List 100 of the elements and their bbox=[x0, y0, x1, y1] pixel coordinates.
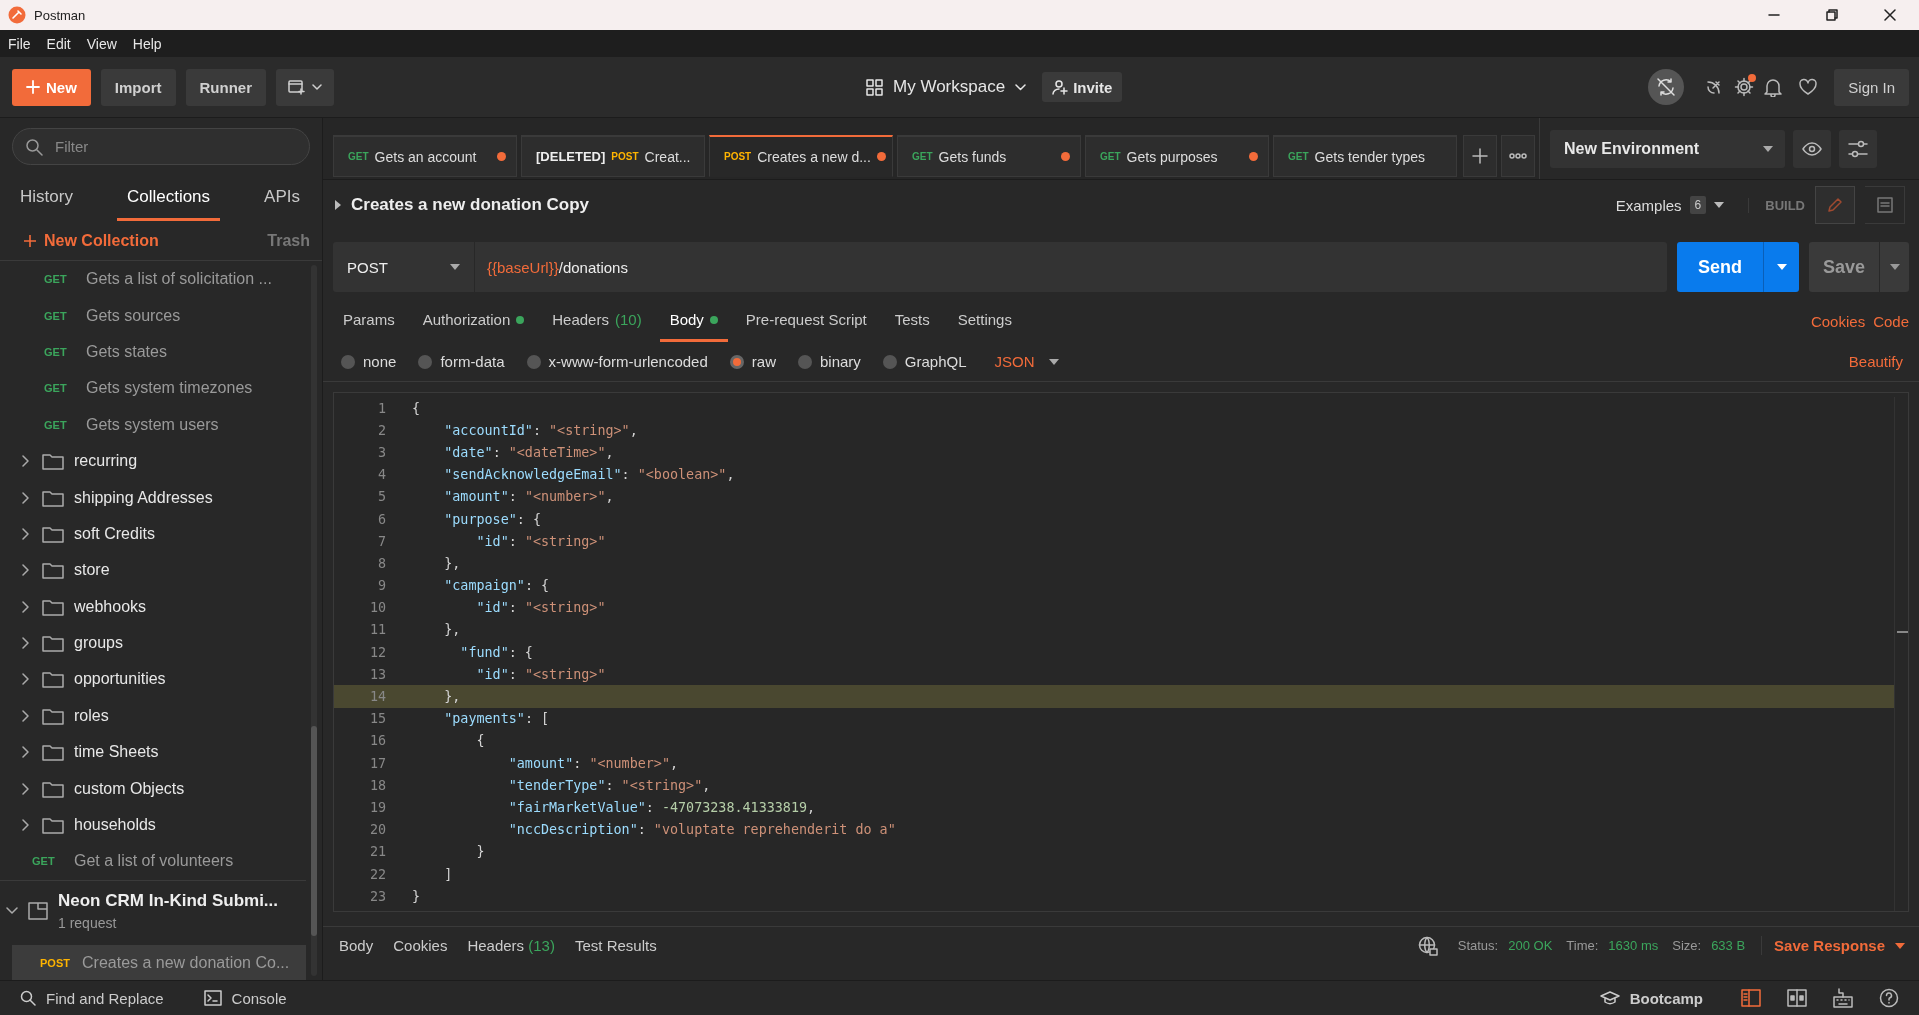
new-window-button[interactable] bbox=[276, 68, 334, 106]
code-link[interactable]: Code bbox=[1873, 312, 1909, 330]
examples-dropdown[interactable]: Examples 6 bbox=[1609, 195, 1731, 215]
keyboard-icon[interactable] bbox=[1833, 988, 1853, 1008]
sidebar-tab[interactable]: History bbox=[10, 175, 83, 221]
runner-button[interactable]: Runner bbox=[185, 68, 266, 106]
send-button[interactable]: Send bbox=[1677, 242, 1763, 292]
menu-item[interactable]: File bbox=[8, 35, 31, 52]
environment-quick-look-button[interactable] bbox=[1793, 129, 1831, 168]
body-type-radio[interactable]: form-data bbox=[418, 353, 505, 370]
more-tabs-button[interactable] bbox=[1501, 135, 1535, 177]
chevron-right-icon[interactable] bbox=[22, 673, 30, 686]
menu-item[interactable]: Help bbox=[132, 35, 162, 52]
folder-item[interactable]: custom Objects bbox=[0, 770, 306, 807]
sidebar-tab[interactable]: Collections bbox=[116, 175, 221, 221]
chevron-right-icon[interactable] bbox=[22, 709, 30, 722]
close-icon[interactable] bbox=[1884, 9, 1896, 21]
request-tab[interactable]: [DELETED] POST Creat... bbox=[521, 135, 705, 177]
console-button[interactable]: Console bbox=[203, 989, 287, 1007]
settings-icon[interactable] bbox=[1734, 77, 1755, 97]
body-type-radio[interactable]: raw bbox=[729, 353, 776, 370]
save-button[interactable]: Save bbox=[1809, 242, 1879, 292]
sign-in-button[interactable]: Sign In bbox=[1834, 68, 1909, 106]
two-pane-icon[interactable] bbox=[1741, 989, 1761, 1007]
request-item[interactable]: GET Gets sources bbox=[0, 297, 306, 334]
request-option-tab[interactable]: Body bbox=[659, 300, 728, 342]
request-tab[interactable]: GET Gets an account bbox=[333, 135, 517, 177]
import-button[interactable]: Import bbox=[100, 68, 176, 106]
folder-item[interactable]: groups bbox=[0, 624, 306, 662]
manage-environments-button[interactable] bbox=[1839, 129, 1877, 168]
request-item[interactable]: GET Gets states bbox=[0, 333, 306, 371]
new-tab-button[interactable] bbox=[1463, 135, 1497, 177]
collection-name[interactable]: Neon CRM In-Kind Submi... bbox=[58, 890, 279, 911]
response-tab[interactable]: Test Results bbox=[566, 937, 665, 954]
restore-icon[interactable] bbox=[1826, 9, 1838, 21]
sync-button[interactable] bbox=[1648, 69, 1685, 105]
environment-select[interactable]: New Environment bbox=[1550, 129, 1785, 168]
chevron-right-icon[interactable] bbox=[22, 455, 30, 468]
sidebar-tab[interactable]: APIs bbox=[254, 175, 310, 221]
invite-button[interactable]: Invite bbox=[1042, 72, 1123, 102]
request-option-tab[interactable]: Params bbox=[333, 300, 405, 342]
folder-item[interactable]: store bbox=[0, 552, 306, 589]
folder-item[interactable]: shipping Addresses bbox=[0, 479, 306, 516]
folder-item[interactable]: webhooks bbox=[0, 588, 306, 625]
save-response-button[interactable]: Save Response bbox=[1761, 936, 1911, 955]
request-option-tab[interactable]: Tests bbox=[884, 300, 940, 342]
request-tab[interactable]: GET Gets purposes bbox=[1085, 135, 1269, 177]
folder-item[interactable]: roles bbox=[0, 697, 306, 735]
chevron-right-icon[interactable] bbox=[22, 491, 30, 504]
chevron-right-icon[interactable] bbox=[22, 600, 30, 613]
cookies-link[interactable]: Cookies bbox=[1810, 312, 1866, 330]
body-type-radio[interactable]: binary bbox=[797, 353, 861, 370]
workspace-switcher[interactable]: My Workspace bbox=[860, 76, 1033, 98]
folder-item[interactable]: households bbox=[0, 806, 306, 844]
folder-item[interactable]: opportunities bbox=[0, 661, 306, 698]
response-tab[interactable]: Headers (13) bbox=[459, 937, 563, 954]
request-item[interactable]: GET Gets a list of solicitation ... bbox=[0, 261, 306, 298]
chevron-right-icon[interactable] bbox=[22, 746, 30, 759]
beautify-link[interactable]: Beautify bbox=[1848, 353, 1903, 370]
chevron-right-icon[interactable] bbox=[22, 637, 30, 650]
format-dropdown[interactable]: JSON bbox=[988, 352, 1065, 371]
heart-icon[interactable] bbox=[1798, 78, 1819, 96]
request-option-tab[interactable]: Pre-request Script bbox=[735, 300, 877, 342]
folder-item[interactable]: soft Credits bbox=[0, 515, 306, 553]
globe-lock-icon[interactable] bbox=[1417, 935, 1438, 956]
body-type-radio[interactable]: GraphQL bbox=[882, 353, 967, 370]
bootcamp-button[interactable]: Bootcamp bbox=[1599, 989, 1703, 1007]
bell-icon[interactable] bbox=[1764, 77, 1783, 97]
folder-item[interactable]: time Sheets bbox=[0, 734, 306, 771]
folder-item[interactable]: recurring bbox=[0, 442, 306, 480]
new-collection-button[interactable]: New Collection bbox=[24, 231, 159, 250]
find-replace-button[interactable]: Find and Replace bbox=[20, 989, 164, 1007]
menu-item[interactable]: View bbox=[86, 35, 117, 52]
chevron-down-icon[interactable] bbox=[6, 906, 18, 915]
request-option-tab[interactable]: Headers (10) bbox=[542, 300, 652, 342]
url-field[interactable]: {{baseUrl}}/donations bbox=[475, 242, 1667, 292]
method-select[interactable]: POST bbox=[333, 242, 475, 292]
menu-item[interactable]: Edit bbox=[46, 35, 71, 52]
expand-caret-icon[interactable] bbox=[335, 200, 341, 210]
response-tab[interactable]: Body bbox=[331, 937, 382, 954]
response-tab[interactable]: Cookies bbox=[385, 937, 456, 954]
request-item[interactable]: POST Creates a new donation Co... bbox=[12, 944, 306, 980]
request-item[interactable]: GET Get a list of volunteers bbox=[0, 843, 306, 880]
request-item[interactable]: GET Gets system users bbox=[0, 406, 306, 443]
request-tab[interactable]: GET Gets funds bbox=[897, 135, 1081, 177]
filter-field[interactable]: Filter bbox=[12, 128, 310, 165]
comments-button[interactable] bbox=[1865, 186, 1905, 224]
request-tab[interactable]: POST Creates a new d... bbox=[709, 135, 893, 177]
chevron-right-icon[interactable] bbox=[22, 527, 30, 540]
body-type-radio[interactable]: x-www-form-urlencoded bbox=[526, 353, 708, 370]
chevron-right-icon[interactable] bbox=[22, 819, 30, 832]
save-options-button[interactable] bbox=[1879, 242, 1909, 292]
request-option-tab[interactable]: Authorization bbox=[412, 300, 535, 342]
request-option-tab[interactable]: Settings bbox=[947, 300, 1022, 342]
split-view-icon[interactable] bbox=[1787, 989, 1807, 1007]
chevron-right-icon[interactable] bbox=[22, 782, 30, 795]
request-tab[interactable]: GET Gets tender types bbox=[1273, 135, 1457, 177]
help-icon[interactable] bbox=[1879, 988, 1899, 1008]
request-item[interactable]: GET Gets system timezones bbox=[0, 370, 306, 407]
body-type-radio[interactable]: none bbox=[341, 353, 397, 370]
